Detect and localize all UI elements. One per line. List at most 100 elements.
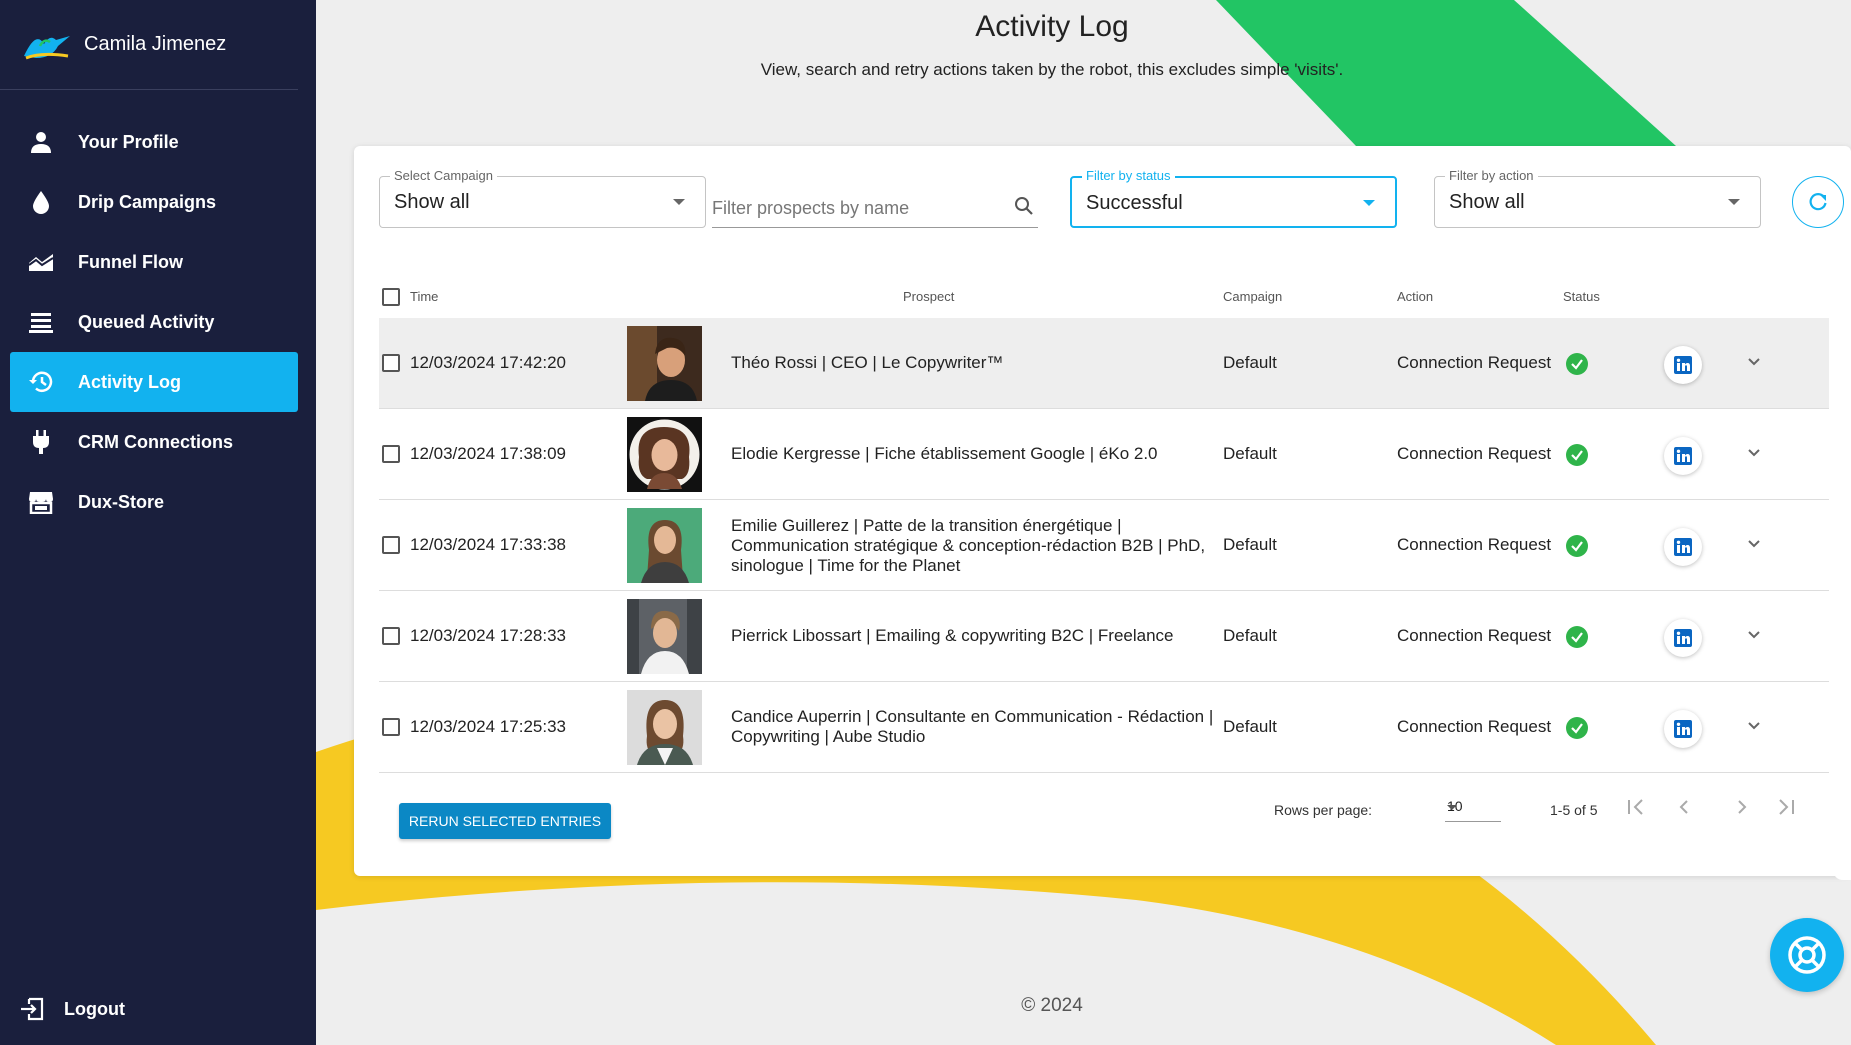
refresh-icon — [1809, 193, 1827, 211]
table-header: Time Prospect Campaign Action Status — [379, 276, 1829, 318]
copyright: © 2024 — [1021, 995, 1083, 1016]
success-check-icon — [1566, 353, 1588, 375]
campaign-select-value: Show all — [394, 191, 470, 213]
page-title: Activity Log — [975, 10, 1129, 43]
action-select[interactable]: Filter by action Show all — [1434, 168, 1761, 228]
next-page-icon[interactable] — [1730, 795, 1754, 819]
header-time: Time — [410, 289, 439, 304]
pagination-range: 1-5 of 5 — [1550, 802, 1598, 818]
row-checkbox[interactable] — [382, 445, 400, 463]
first-page-icon[interactable] — [1624, 795, 1648, 819]
row-checkbox[interactable] — [382, 718, 400, 736]
row-time: 12/03/2024 17:28:33 — [410, 626, 566, 645]
logout-button[interactable]: Logout — [20, 997, 125, 1021]
sidebar: Camila Jimenez Your Profile Drip Campaig… — [0, 0, 316, 1045]
linkedin-button[interactable] — [1664, 619, 1702, 657]
table-row[interactable]: 12/03/2024 17:25:33 Candice Auperrin | C… — [379, 682, 1829, 773]
side-panel-handle[interactable] — [1833, 840, 1851, 880]
chevron-down-icon — [1748, 631, 1760, 639]
success-check-icon — [1566, 717, 1588, 739]
sidebar-item-dux-store[interactable]: Dux-Store — [10, 472, 298, 532]
sidebar-item-drip-campaigns[interactable]: Drip Campaigns — [10, 172, 298, 232]
row-action: Connection Request — [1397, 353, 1552, 372]
linkedin-button[interactable] — [1664, 346, 1702, 384]
page-subtitle: View, search and retry actions taken by … — [760, 60, 1344, 79]
search-input[interactable]: Filter prospects by name — [712, 198, 909, 219]
prospect-search[interactable]: Filter prospects by name — [712, 186, 1038, 228]
row-time: 12/03/2024 17:42:20 — [410, 353, 566, 372]
chevron-down-icon — [1363, 200, 1375, 206]
expand-row-button[interactable] — [1745, 443, 1763, 466]
table-row[interactable]: 12/03/2024 17:28:33 Pierrick Libossart |… — [379, 591, 1829, 682]
chevron-down-icon — [673, 199, 685, 205]
row-action: Connection Request — [1397, 626, 1552, 645]
sidebar-item-label: CRM Connections — [78, 431, 233, 452]
area-chart-icon — [26, 247, 56, 277]
row-action: Connection Request — [1397, 444, 1552, 463]
expand-row-button[interactable] — [1745, 352, 1763, 375]
row-checkbox[interactable] — [382, 536, 400, 554]
table-row[interactable]: 12/03/2024 17:42:20 Théo Rossi | CEO | L… — [379, 318, 1829, 409]
table-row[interactable]: 12/03/2024 17:33:38 Emilie Guillerez | P… — [379, 500, 1829, 591]
linkedin-button[interactable] — [1664, 710, 1702, 748]
row-time: 12/03/2024 17:38:09 — [410, 444, 566, 463]
status-select-value: Successful — [1086, 192, 1183, 214]
row-campaign: Default — [1223, 444, 1277, 463]
logout-icon — [21, 997, 44, 1021]
header-prospect: Prospect — [903, 289, 955, 304]
linkedin-icon — [1674, 447, 1692, 465]
sidebar-item-label: Funnel Flow — [78, 251, 183, 272]
success-check-icon — [1566, 535, 1588, 557]
sidebar-item-funnel-flow[interactable]: Funnel Flow — [10, 232, 298, 292]
row-prospect: Elodie Kergresse | Fiche établissement G… — [731, 444, 1158, 463]
chevron-down-icon — [1748, 540, 1760, 548]
row-prospect: Pierrick Libossart | Emailing & copywrit… — [731, 626, 1174, 645]
sidebar-item-activity-log[interactable]: Activity Log — [10, 352, 298, 412]
refresh-button[interactable] — [1792, 176, 1844, 228]
row-checkbox[interactable] — [382, 354, 400, 372]
row-checkbox[interactable] — [382, 627, 400, 645]
row-prospect: Emilie Guillerez | Patte de la transitio… — [731, 516, 1206, 575]
person-icon — [26, 127, 56, 157]
sidebar-nav: Your Profile Drip Campaigns Funnel Flow … — [0, 112, 316, 532]
header-status: Status — [1563, 289, 1600, 304]
avatar — [627, 417, 702, 492]
sidebar-item-label: Activity Log — [78, 371, 182, 392]
expand-row-button[interactable] — [1745, 716, 1763, 739]
expand-row-button[interactable] — [1745, 534, 1763, 557]
avatar — [627, 508, 702, 583]
rerun-selected-button[interactable]: RERUN SELECTED ENTRIES — [399, 803, 611, 839]
expand-row-button[interactable] — [1745, 625, 1763, 648]
rows-per-page-select[interactable]: 10 — [1445, 792, 1501, 822]
sidebar-item-crm-connections[interactable]: CRM Connections — [10, 412, 298, 472]
chevron-down-icon — [1728, 199, 1740, 205]
linkedin-icon — [1674, 720, 1692, 738]
status-select[interactable]: Filter by status Successful — [1070, 168, 1397, 228]
sidebar-item-queued-activity[interactable]: Queued Activity — [10, 292, 298, 352]
side-panel-handle[interactable] — [1833, 778, 1851, 818]
action-select-value: Show all — [1449, 191, 1525, 213]
avatar — [627, 690, 702, 765]
avatar — [627, 599, 702, 674]
row-time: 12/03/2024 17:25:33 — [410, 717, 566, 736]
linkedin-button[interactable] — [1664, 437, 1702, 475]
row-campaign: Default — [1223, 535, 1277, 554]
table-row[interactable]: 12/03/2024 17:38:09 Elodie Kergresse | F… — [379, 409, 1829, 500]
last-page-icon[interactable] — [1774, 795, 1798, 819]
campaign-select-label: Select Campaign — [390, 168, 497, 183]
success-check-icon — [1566, 444, 1588, 466]
sidebar-item-label: Your Profile — [78, 131, 179, 152]
row-prospect: Candice Auperrin | Consultante en Commun… — [731, 707, 1214, 746]
row-action: Connection Request — [1397, 717, 1552, 736]
campaign-select[interactable]: Select Campaign Show all — [379, 168, 706, 228]
previous-page-icon[interactable] — [1672, 795, 1696, 819]
row-campaign: Default — [1223, 717, 1277, 736]
row-prospect: Théo Rossi | CEO | Le Copywriter™ — [731, 353, 1004, 372]
chevron-down-icon — [1748, 722, 1760, 730]
row-campaign: Default — [1223, 353, 1277, 372]
linkedin-button[interactable] — [1664, 528, 1702, 566]
help-button[interactable] — [1770, 918, 1844, 992]
plug-icon — [26, 427, 56, 457]
sidebar-item-your-profile[interactable]: Your Profile — [10, 112, 298, 172]
select-all-checkbox[interactable] — [382, 288, 400, 306]
